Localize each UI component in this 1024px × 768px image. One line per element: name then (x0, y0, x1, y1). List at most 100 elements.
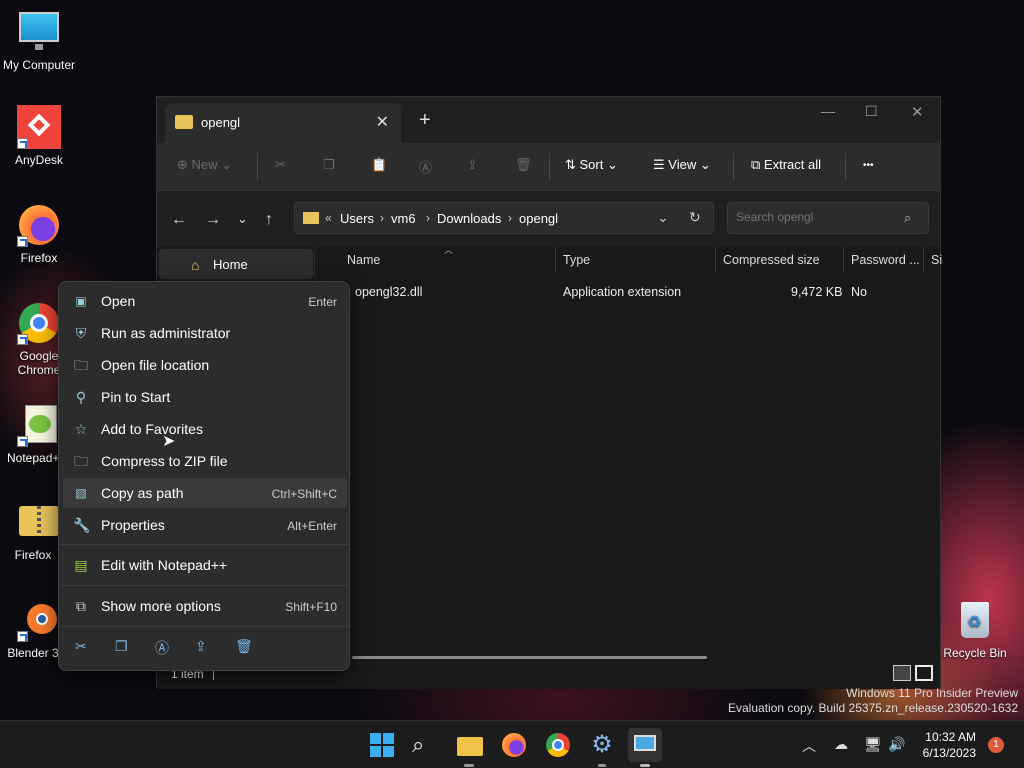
notification-badge[interactable]: 1 (988, 737, 1004, 753)
column-type[interactable]: Type (563, 253, 590, 267)
clock[interactable]: 10:32 AM 6/13/2023 (923, 729, 976, 761)
menu-item-add-to-favorites[interactable]: ☆ Add to Favorites (63, 414, 347, 444)
watermark-line1: Windows 11 Pro Insider Preview (846, 686, 1018, 700)
breadcrumb-downloads[interactable]: Downloads (437, 211, 501, 226)
new-label: New (191, 157, 218, 172)
menu-item-run-as-admin[interactable]: ⛨ Run as administrator (63, 318, 347, 348)
refresh-icon[interactable]: ↻ (689, 209, 701, 226)
breadcrumb-users[interactable]: Users (340, 211, 374, 226)
address-bar[interactable]: « Users › vm6 › Downloads › opengl ⌄ ↻ (294, 202, 714, 234)
tab-opengl[interactable]: opengl ✕ (165, 103, 401, 143)
menu-item-properties[interactable]: 🔧 Properties Alt+Enter (63, 510, 347, 540)
copy-icon[interactable]: ❐ (115, 638, 128, 655)
new-button[interactable]: ⊕ New ⌄ (177, 157, 232, 173)
column-password[interactable]: Password ... (851, 253, 920, 267)
details-view-icon[interactable] (893, 665, 911, 681)
sidebar-item-home[interactable]: ⌂ Home (159, 249, 313, 279)
overflow-chevron-icon[interactable]: « (325, 211, 332, 225)
active-app-taskbar-icon[interactable] (628, 728, 662, 767)
menu-item-label: Pin to Start (101, 389, 171, 405)
desktop-icon-firefox[interactable]: Firefox (1, 203, 77, 265)
breadcrumb-vm6[interactable]: vm6 (391, 211, 416, 226)
address-dropdown-icon[interactable]: ⌄ (657, 209, 669, 226)
copy-path-icon: ▧ (75, 486, 87, 500)
copy-icon[interactable]: ❐ (323, 157, 335, 173)
cloud-offline-icon[interactable]: ☁ (834, 736, 848, 753)
chevron-up-icon[interactable]: ︿ (802, 736, 816, 756)
tiles-view-icon[interactable] (915, 665, 933, 681)
menu-divider (59, 585, 349, 586)
shortcut-arrow-icon (17, 236, 28, 247)
recent-locations-icon[interactable]: ⌄ (237, 211, 248, 227)
desktop-icon-recycle-bin[interactable]: ♻ Recycle Bin (937, 598, 1013, 660)
cut-icon[interactable]: ✂ (75, 638, 87, 655)
shield-icon: ⛨ (75, 325, 87, 341)
column-divider[interactable] (555, 247, 556, 271)
blender-icon (17, 598, 61, 642)
delete-icon[interactable]: 🗑 (515, 157, 532, 173)
menu-item-open[interactable]: ▣ Open Enter (63, 286, 347, 316)
menu-item-shortcut: Ctrl+Shift+C (271, 487, 337, 501)
close-tab-icon[interactable]: ✕ (376, 112, 389, 132)
menu-item-shortcut: Shift+F10 (285, 600, 337, 614)
share-icon[interactable]: ⇪ (195, 638, 207, 655)
forward-icon[interactable]: → (205, 211, 221, 229)
desktop-icon-anydesk[interactable]: AnyDesk (1, 105, 77, 167)
view-label: View (668, 157, 697, 172)
menu-item-edit-notepadpp[interactable]: ▤ Edit with Notepad++ (63, 550, 347, 580)
desktop-icon-my-computer[interactable]: My Computer (1, 10, 77, 72)
shortcut-arrow-icon (17, 334, 28, 345)
cut-icon[interactable]: ✂ (275, 157, 286, 173)
settings-gear-icon[interactable]: ⚙ (588, 731, 616, 767)
menu-item-open-file-location[interactable]: 🗀 Open file location (63, 350, 347, 380)
menu-item-pin-to-start[interactable]: ⚲ Pin to Start (63, 382, 347, 412)
delete-icon[interactable]: 🗑 (235, 638, 253, 655)
firefox-icon (17, 203, 61, 247)
menu-item-compress-zip[interactable]: 🗀 Compress to ZIP file (63, 446, 347, 476)
chrome-taskbar-icon[interactable] (544, 731, 572, 759)
menu-item-label: Add to Favorites (101, 421, 203, 437)
search-icon[interactable]: ⌕ (412, 731, 440, 759)
recycle-bin-icon: ♻ (953, 598, 997, 642)
minimize-button[interactable]: — (821, 103, 835, 119)
search-icon: ⌕ (904, 210, 912, 225)
maximize-button[interactable]: ☐ (865, 103, 878, 120)
firefox-taskbar-icon[interactable] (500, 731, 528, 759)
column-size[interactable]: Si (931, 253, 942, 267)
breadcrumb-opengl[interactable]: opengl (519, 211, 558, 226)
open-icon: ▣ (75, 294, 87, 308)
back-icon[interactable]: ← (171, 211, 187, 229)
menu-item-show-more-options[interactable]: ⧉ Show more options Shift+F10 (63, 591, 347, 621)
column-divider[interactable] (843, 247, 844, 271)
title-bar: opengl ✕ + — ☐ ✕ (157, 97, 940, 143)
column-divider[interactable] (923, 247, 924, 271)
file-compressed-size: 9,472 KB (791, 285, 843, 299)
rename-icon[interactable]: Ⓐ (419, 157, 432, 176)
paste-icon[interactable]: 📋 (371, 157, 387, 173)
close-window-button[interactable]: ✕ (911, 103, 924, 121)
folder-icon (175, 115, 193, 129)
menu-item-copy-as-path[interactable]: ▧ Copy as path Ctrl+Shift+C (63, 478, 347, 508)
desktop-icon-label: My Computer (2, 58, 76, 72)
network-icon[interactable]: 🖥 (864, 736, 882, 753)
share-icon[interactable]: ⇪ (467, 157, 478, 173)
more-options-button[interactable]: ••• (863, 160, 874, 171)
column-name[interactable]: Name (347, 253, 380, 267)
volume-icon[interactable]: 🔊 (888, 736, 905, 753)
column-compressed-size[interactable]: Compressed size (723, 253, 820, 267)
pin-icon: ⚲ (75, 389, 87, 405)
rename-icon[interactable]: Ⓐ (155, 638, 169, 658)
up-icon[interactable]: ↑ (265, 211, 273, 229)
column-divider[interactable] (715, 247, 716, 271)
file-explorer-taskbar-icon[interactable] (456, 731, 484, 767)
search-input[interactable] (736, 210, 896, 224)
tab-title: opengl (201, 115, 241, 130)
start-button[interactable] (368, 731, 396, 759)
extract-all-button[interactable]: ⧉ Extract all (751, 157, 821, 173)
search-box[interactable]: ⌕ (727, 202, 929, 234)
new-tab-button[interactable]: + (419, 109, 431, 132)
view-button[interactable]: ☰ View ⌄ (653, 157, 711, 173)
toolbar-divider (733, 153, 734, 181)
sort-button[interactable]: ⇅ Sort ⌄ (565, 157, 618, 173)
notepadpp-icon (17, 403, 61, 447)
